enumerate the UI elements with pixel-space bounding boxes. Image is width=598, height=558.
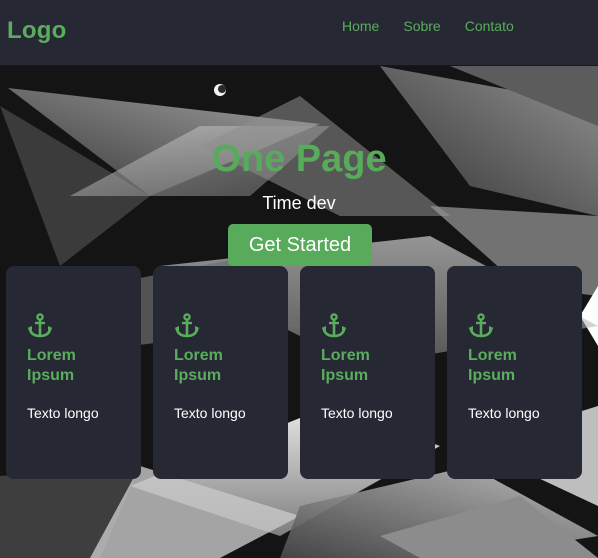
card-title: Lorem Ipsum (27, 347, 76, 384)
logo[interactable]: Logo (7, 17, 66, 45)
anchor-icon (27, 313, 53, 338)
nav-link-home[interactable]: Home (342, 18, 379, 34)
feature-cards: Lorem Ipsum Texto longo Lorem Ipsum Text… (6, 266, 582, 479)
feature-card: Lorem Ipsum Texto longo (6, 266, 141, 479)
feature-card: Lorem Ipsum Texto longo (300, 266, 435, 479)
feature-card: Lorem Ipsum Texto longo (447, 266, 582, 479)
anchor-icon (174, 313, 200, 338)
card-text: Texto longo (174, 405, 246, 421)
nav-link-sobre[interactable]: Sobre (403, 18, 440, 34)
site-header: Logo Home Sobre Contato (0, 0, 598, 66)
main-nav: Home Sobre Contato (342, 18, 514, 34)
card-text: Texto longo (27, 405, 99, 421)
feature-card: Lorem Ipsum Texto longo (153, 266, 288, 479)
get-started-button[interactable]: Get Started (228, 224, 372, 266)
nav-link-contato[interactable]: Contato (465, 18, 514, 34)
hero-subtitle: Time dev (262, 193, 336, 213)
card-text: Texto longo (321, 405, 393, 421)
card-title: Lorem Ipsum (468, 347, 517, 384)
hero-title: One Page (211, 138, 387, 180)
page: Logo Home Sobre Contato One Page Time de… (0, 0, 598, 558)
card-title: Lorem Ipsum (174, 347, 223, 384)
card-text: Texto longo (468, 405, 540, 421)
anchor-icon (321, 313, 347, 338)
card-title: Lorem Ipsum (321, 347, 370, 384)
anchor-icon (468, 313, 494, 338)
